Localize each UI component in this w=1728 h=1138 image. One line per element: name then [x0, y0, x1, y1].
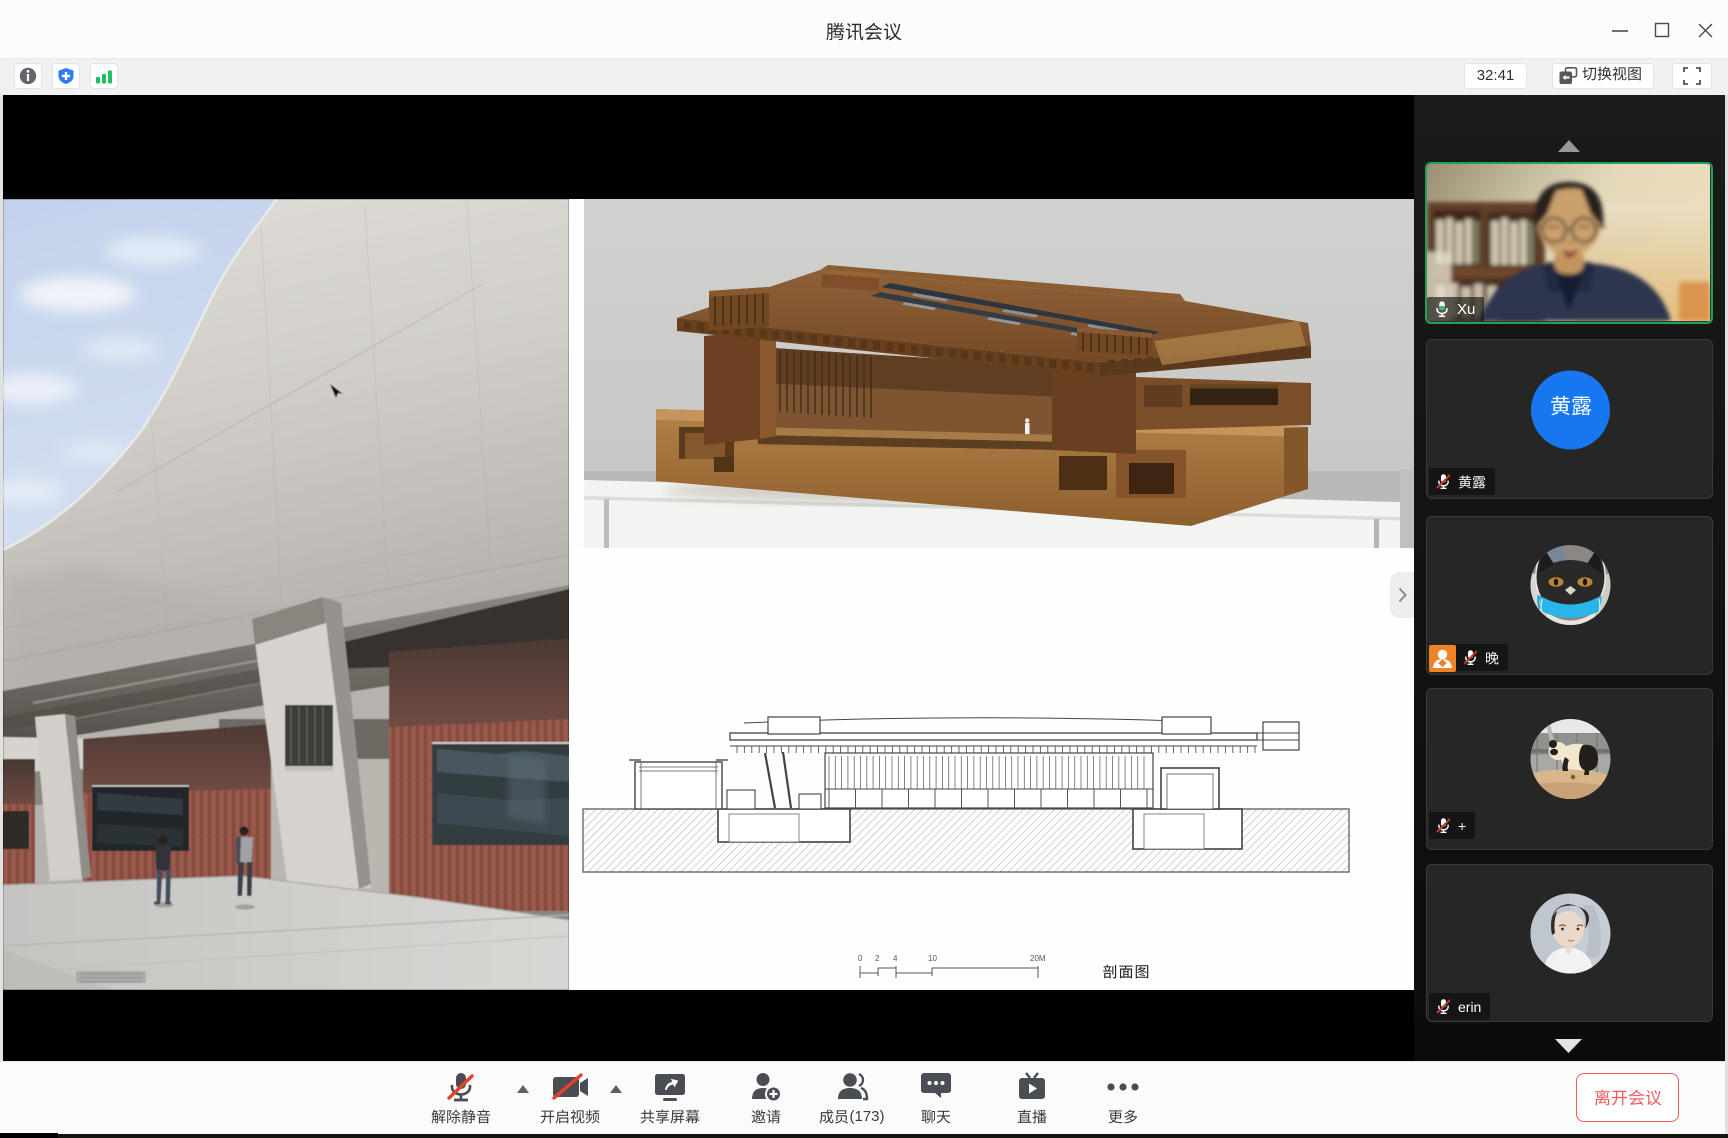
svg-text:2: 2 — [875, 954, 880, 963]
svg-text:20M: 20M — [1030, 954, 1046, 963]
svg-text:10: 10 — [928, 954, 937, 963]
svg-text:0: 0 — [858, 954, 863, 963]
svg-text:4: 4 — [893, 954, 898, 963]
